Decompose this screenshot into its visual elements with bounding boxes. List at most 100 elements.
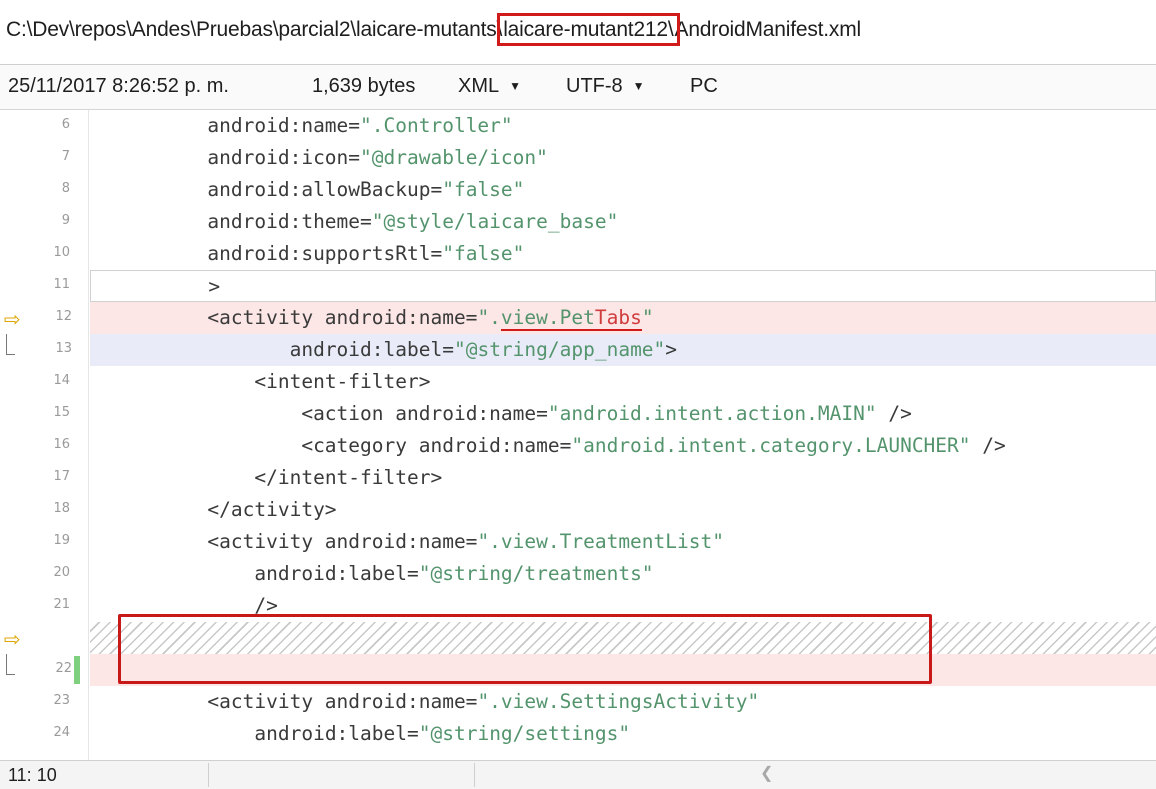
code-line: 23 <activity android:name=".view.Setting… — [0, 686, 1156, 718]
line-number: 23 — [53, 693, 70, 708]
file-path: C:\Dev\repos\Andes\Pruebas\parcial2\laic… — [6, 13, 862, 46]
code-token: android:supportsRtl= — [207, 242, 443, 265]
file-size: 1,639 bytes — [312, 75, 416, 97]
code-line: 7 android:icon="@drawable/icon" — [0, 142, 1156, 174]
cursor-position: 11: 10 — [8, 765, 57, 785]
code-string: ". — [477, 306, 501, 329]
file-timestamp: 25/11/2017 8:26:52 p. m. — [8, 75, 229, 97]
chevron-down-icon: ▼ — [632, 79, 645, 93]
code-token: <action android:name= — [301, 402, 548, 425]
line-number: 13 — [55, 341, 72, 356]
code-token: </activity> — [207, 498, 337, 521]
code-token: </intent-filter> — [254, 466, 443, 489]
code-string: "@style/laicare_base" — [371, 210, 619, 233]
line-number: 6 — [61, 117, 70, 132]
code-string: "@string/settings" — [418, 722, 631, 745]
file-info-bar: 25/11/2017 8:26:52 p. m. 1,639 bytes XML… — [0, 65, 1156, 110]
line-number: 20 — [53, 565, 70, 580]
code-string: ".view.TreatmentList" — [477, 530, 724, 553]
code-string: ".view.SettingsActivity" — [477, 690, 760, 713]
code-token: > — [665, 338, 678, 361]
line-endings: PC — [690, 75, 718, 97]
code-line: 17 </intent-filter> — [0, 462, 1156, 494]
code-line: 15 <action android:name="android.intent.… — [0, 398, 1156, 430]
code-token: <activity android:name= — [207, 306, 478, 329]
code-token: <activity android:name= — [207, 530, 478, 553]
code-token: android:label= — [289, 338, 454, 361]
chevron-down-icon: ▼ — [509, 79, 522, 93]
change-marker — [74, 656, 80, 684]
code-token: /> — [970, 434, 1006, 457]
code-line: 10 android:supportsRtl="false" — [0, 238, 1156, 270]
line-number: 8 — [61, 181, 70, 196]
code-token: android:icon= — [207, 146, 361, 169]
line-number: 18 — [53, 501, 70, 516]
code-token: android:label= — [254, 562, 419, 585]
encoding-label: UTF-8 — [566, 75, 623, 97]
code-line: 20 android:label="@string/treatments" — [0, 558, 1156, 590]
code-token: <category android:name= — [301, 434, 572, 457]
code-token: android:name= — [207, 114, 361, 137]
code-line: 19 <activity android:name=".view.Treatme… — [0, 526, 1156, 558]
diff-arrow-icon[interactable]: ⇨ — [4, 627, 21, 651]
path-prefix: C:\Dev\repos\Andes\Pruebas\parcial2\laic… — [6, 18, 503, 41]
code-token: android:theme= — [207, 210, 372, 233]
code-line-changed: ⇨ 12 <activity android:name=".view.PetTab… — [0, 302, 1156, 334]
code-line: 6 android:name=".Controller" — [0, 110, 1156, 142]
code-line: 8 android:allowBackup="false" — [0, 174, 1156, 206]
code-line: 24 android:label="@string/settings" — [0, 718, 1156, 750]
path-highlighted-segment: laicare-mutant212\ — [497, 13, 680, 46]
line-number: 9 — [61, 213, 70, 228]
code-line: 9 android:theme="@style/laicare_base" — [0, 206, 1156, 238]
status-bar: 11: 10 ❮ — [0, 760, 1156, 789]
diff-arrow-icon[interactable]: ⇨ — [4, 307, 21, 331]
status-divider — [208, 763, 209, 787]
code-token: <intent-filter> — [254, 370, 431, 393]
code-token: android:label= — [254, 722, 419, 745]
line-number: 14 — [53, 373, 70, 388]
line-number: 15 — [53, 405, 70, 420]
code-token: /> — [876, 402, 912, 425]
line-number: 16 — [53, 437, 70, 452]
code-token: > — [208, 275, 221, 298]
highlight-box — [118, 614, 932, 684]
file-path-bar: C:\Dev\repos\Andes\Pruebas\parcial2\laic… — [0, 0, 1156, 65]
code-string: "false" — [442, 242, 525, 265]
changed-text: Tabs — [594, 306, 642, 331]
code-line: 16 <category android:name="android.inten… — [0, 430, 1156, 462]
code-line: 18 </activity> — [0, 494, 1156, 526]
code-line-current: 11 > — [0, 270, 1156, 302]
code-string: " — [641, 306, 654, 329]
code-string: "android.intent.action.MAIN" — [547, 402, 877, 425]
line-number: 21 — [53, 597, 70, 612]
format-dropdown[interactable]: XML ▼ — [458, 75, 521, 98]
code-editor[interactable]: 6 android:name=".Controller" 7 android:i… — [0, 110, 1156, 760]
path-filename: AndroidManifest.xml — [674, 18, 862, 41]
format-label: XML — [458, 75, 500, 97]
code-token: android:allowBackup= — [207, 178, 443, 201]
line-number: 12 — [55, 309, 72, 324]
encoding-dropdown[interactable]: UTF-8 ▼ — [566, 75, 645, 98]
code-string: ".Controller" — [360, 114, 513, 137]
line-number: 7 — [61, 149, 70, 164]
code-line-partial — [0, 750, 1156, 760]
line-number: 17 — [53, 469, 70, 484]
line-number: 22 — [55, 661, 72, 676]
line-number: 19 — [53, 533, 70, 548]
line-number: 11 — [53, 277, 70, 292]
line-number: 10 — [53, 245, 70, 260]
code-line-changed: 13 android:label="@string/app_name"> — [0, 334, 1156, 366]
diff-bracket-icon — [6, 654, 15, 675]
diff-bracket-icon — [6, 334, 15, 355]
code-string: "@string/treatments" — [418, 562, 654, 585]
line-number: 24 — [53, 725, 70, 740]
status-divider — [474, 763, 475, 787]
code-token: <activity android:name= — [207, 690, 478, 713]
scroll-left-icon[interactable]: ❮ — [760, 763, 773, 783]
code-string: "false" — [442, 178, 525, 201]
code-string: "@drawable/icon" — [360, 146, 548, 169]
code-string: "@string/app_name" — [453, 338, 666, 361]
code-line: 14 <intent-filter> — [0, 366, 1156, 398]
code-string: "android.intent.category.LAUNCHER" — [571, 434, 971, 457]
code-string: view.Pet — [500, 306, 595, 331]
